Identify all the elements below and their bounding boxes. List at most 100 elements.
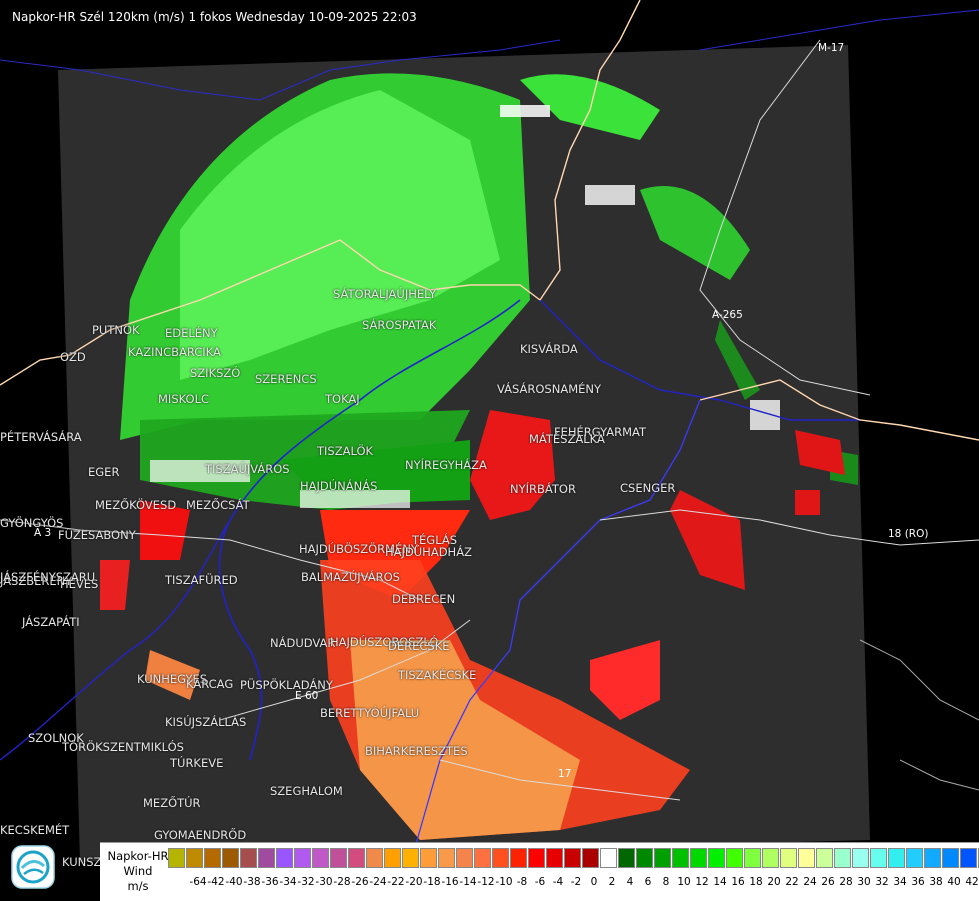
scale-tick-label: 40 <box>947 876 961 888</box>
color-swatch <box>906 848 923 868</box>
color-swatch <box>402 848 419 868</box>
color-swatch <box>852 848 869 868</box>
color-swatch <box>600 848 617 868</box>
color-swatch <box>582 848 599 868</box>
color-swatch <box>528 848 545 868</box>
scale-tick-label: 2 <box>608 876 616 888</box>
place-label: SÁTORALJAÚJHELY <box>333 287 437 301</box>
color-swatch <box>510 848 527 868</box>
place-label: JÁSZAPÁTI <box>22 615 80 629</box>
scale-tick-label: -40 <box>225 876 243 888</box>
color-swatch <box>330 848 347 868</box>
scale-tick-label: 6 <box>644 876 652 888</box>
color-swatch <box>312 848 329 868</box>
place-label: HAJDÚNÁNÁS <box>300 479 378 493</box>
scale-tick-label: 16 <box>731 876 745 888</box>
scale-tick-label: 12 <box>695 876 709 888</box>
scale-tick-label: -14 <box>459 876 477 888</box>
place-label: PÉTERVÁSÁRA <box>0 430 82 444</box>
place-label: KECSKEMÉT <box>0 823 70 837</box>
scale-tick-label: -10 <box>495 876 513 888</box>
color-swatch <box>618 848 635 868</box>
color-swatch <box>780 848 797 868</box>
road-label: 18 (RO) <box>888 528 929 540</box>
place-label: SÁROSPATAK <box>362 318 437 332</box>
road-label: A 3 <box>34 527 52 539</box>
scale-tick-label: -32 <box>297 876 315 888</box>
place-label: SZEGHALOM <box>270 784 343 798</box>
color-swatch <box>240 848 257 868</box>
place-label: VÁSÁROSNAMÉNY <box>497 382 602 396</box>
color-swatch <box>870 848 887 868</box>
color-swatch <box>762 848 779 868</box>
color-swatch <box>204 848 221 868</box>
color-swatch <box>456 848 473 868</box>
place-label: TÖRÖKSZENTMIKLÓS <box>62 740 184 754</box>
place-label: TÉGLÁS <box>412 533 458 547</box>
place-label: KARCAG <box>186 677 234 691</box>
scale-tick-label: -22 <box>387 876 405 888</box>
place-label: SZIKSZÓ <box>190 366 241 380</box>
scale-tick-label: -42 <box>207 876 225 888</box>
scale-tick-label: 26 <box>821 876 835 888</box>
color-swatch <box>276 848 293 868</box>
place-label: OZD <box>60 350 86 364</box>
color-swatch <box>924 848 941 868</box>
color-swatch <box>492 848 509 868</box>
color-swatch <box>744 848 761 868</box>
place-label: BERETTYÓÚJFALU <box>320 706 420 720</box>
color-swatch <box>942 848 959 868</box>
scale-tick-label: 18 <box>749 876 763 888</box>
color-swatch <box>222 848 239 868</box>
logo-icon <box>11 845 55 889</box>
scale-tick-label: 34 <box>893 876 907 888</box>
place-label: SZERENCS <box>255 372 317 386</box>
scale-tick-label: 32 <box>875 876 889 888</box>
place-label: KISVÁRDA <box>520 342 578 356</box>
scale-tick-label: -64 <box>189 876 207 888</box>
scale-tick-label: 36 <box>911 876 925 888</box>
scale-tick-label: -2 <box>570 876 582 888</box>
place-label: KISÚJSZÁLLÁS <box>165 715 247 729</box>
scale-tick-label: 14 <box>713 876 727 888</box>
legend-title-line: Napkor-HR <box>107 849 169 863</box>
place-label: TISZAÚJVÁROS <box>205 462 290 476</box>
scale-tick-label: 0 <box>590 876 598 888</box>
color-swatch <box>420 848 437 868</box>
place-label: NÁDUDVAR <box>270 636 336 650</box>
scale-tick-label: -24 <box>369 876 387 888</box>
color-swatch <box>708 848 725 868</box>
color-scale <box>168 848 979 868</box>
scale-tick-label: -4 <box>552 876 564 888</box>
place-label: GYÖNGYÖS <box>0 516 64 530</box>
place-label: BALMAZÚJVÁROS <box>301 570 400 584</box>
radar-map <box>0 0 979 900</box>
road-label: M-17 <box>818 42 845 54</box>
place-label: CSENGER <box>620 481 676 495</box>
road-label: 17 <box>558 768 572 780</box>
place-label: MISKOLC <box>158 392 210 406</box>
color-swatch <box>690 848 707 868</box>
color-swatch <box>546 848 563 868</box>
color-swatch <box>672 848 689 868</box>
place-label: MEZŐKÖVESD <box>95 498 177 512</box>
road-label: A-265 <box>712 309 743 321</box>
color-swatch <box>384 848 401 868</box>
place-label: TOKAJ <box>325 392 360 406</box>
scale-tick-label: -28 <box>333 876 351 888</box>
scale-tick-label: 8 <box>662 876 670 888</box>
place-label: MÁTÉSZALKA <box>529 432 605 446</box>
scale-tick-label: 28 <box>839 876 853 888</box>
color-swatch <box>816 848 833 868</box>
place-label: EGER <box>88 465 120 479</box>
place-label: TÚRKEVE <box>170 756 224 770</box>
scale-tick-label: -6 <box>534 876 546 888</box>
scale-tick-label: 20 <box>767 876 781 888</box>
place-label: FÜZESABONY <box>58 528 136 542</box>
color-swatch <box>366 848 383 868</box>
scale-tick-label: -12 <box>477 876 495 888</box>
place-label: BIHARKERESZTES <box>365 744 468 758</box>
scale-tick-label: -20 <box>405 876 423 888</box>
color-swatch <box>834 848 851 868</box>
place-label: PUTNOK <box>92 323 140 337</box>
